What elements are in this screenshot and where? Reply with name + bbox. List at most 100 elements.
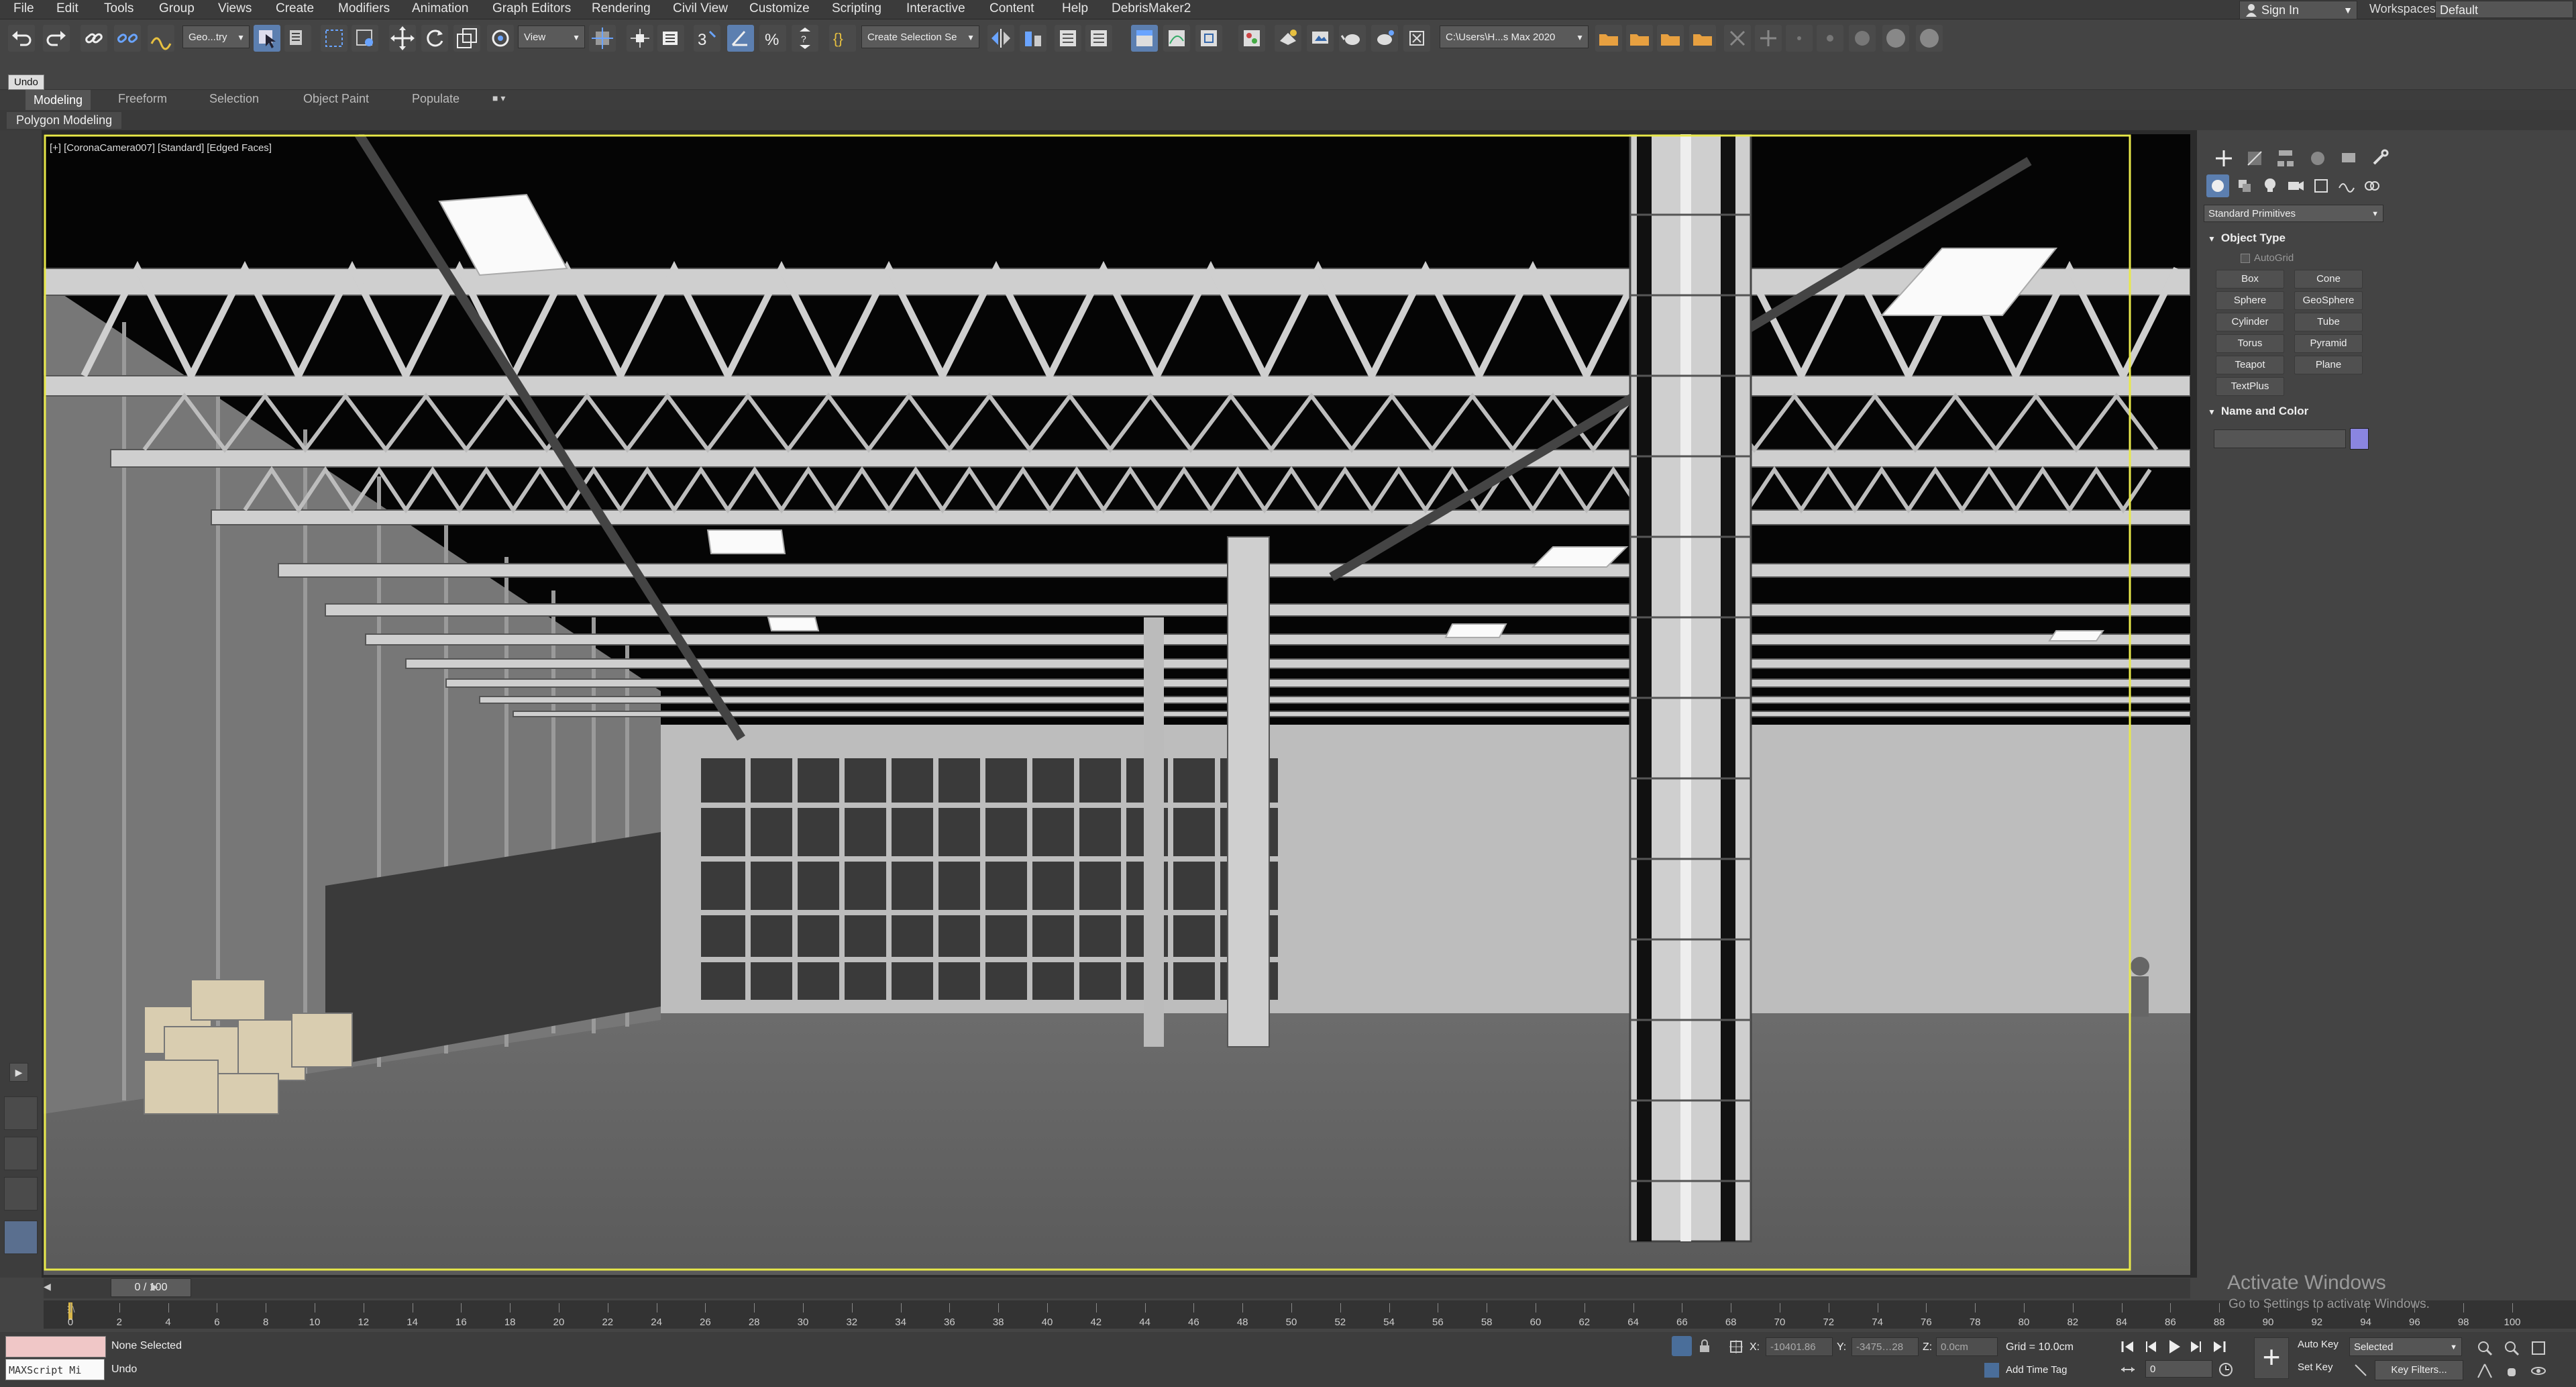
torus-button[interactable]: Torus	[2216, 334, 2284, 353]
menu-create[interactable]: Create	[276, 1, 314, 16]
percent-snap-button[interactable]: %	[759, 25, 786, 52]
menu-civil-view[interactable]: Civil View	[673, 1, 728, 16]
menu-interactive[interactable]: Interactive	[906, 1, 965, 16]
time-tag-icon[interactable]	[1984, 1363, 1999, 1378]
menu-rendering[interactable]: Rendering	[592, 1, 651, 16]
time-slider[interactable]: ◀ 0 / 100 ▶	[44, 1278, 2190, 1298]
next-frame-button[interactable]	[2187, 1337, 2206, 1356]
rotate-button[interactable]	[421, 25, 448, 52]
current-frame-field[interactable]: 0	[2145, 1360, 2212, 1378]
place-button[interactable]	[487, 25, 514, 52]
render-in-cloud-button[interactable]	[1371, 25, 1398, 52]
track-bar[interactable]: ⋮\ 0246810121416182022242628303234363840…	[44, 1300, 2576, 1329]
tab-populate[interactable]: Populate	[412, 92, 460, 106]
rendered-frame-window-button[interactable]	[1307, 25, 1334, 52]
cameras-category[interactable]	[2284, 174, 2307, 197]
tab-object-paint[interactable]: Object Paint	[303, 92, 369, 106]
select-by-name-button[interactable]	[284, 25, 311, 52]
undo-button[interactable]	[8, 25, 35, 52]
viewport-shading-standard[interactable]: [Standard]	[158, 142, 204, 154]
tool-e-button[interactable]	[1849, 25, 1876, 52]
key-mode-dropdown[interactable]: Selected ▼	[2349, 1337, 2462, 1356]
viewport-label[interactable]: [+] [CoronaCamera007] [Standard] [Edged Fac…	[50, 142, 274, 154]
redo-button[interactable]	[43, 25, 70, 52]
tool-d-button[interactable]	[1817, 25, 1843, 52]
align-button[interactable]	[1020, 25, 1046, 52]
set-key-big-button[interactable]: +	[2254, 1337, 2289, 1379]
pan-button[interactable]	[2502, 1362, 2521, 1380]
pyramid-button[interactable]: Pyramid	[2294, 334, 2363, 353]
auto-backup-button[interactable]	[1657, 25, 1684, 52]
project-settings-button[interactable]	[1689, 25, 1716, 52]
tab-freeform[interactable]: Freeform	[118, 92, 167, 106]
teapot-button[interactable]: Teapot	[2216, 356, 2284, 374]
utilities-tab[interactable]	[2366, 145, 2393, 172]
layout-tab-4[interactable]	[4, 1221, 38, 1254]
z-coordinate-field[interactable]: 0.0cm	[1936, 1337, 1998, 1356]
go-to-start-button[interactable]	[2118, 1337, 2137, 1356]
sphere-button[interactable]: Sphere	[2216, 291, 2284, 310]
menu-group[interactable]: Group	[159, 1, 195, 16]
modify-tab[interactable]	[2241, 145, 2268, 172]
expand-layouts-button[interactable]: ▶	[9, 1063, 28, 1082]
lights-category[interactable]	[2259, 174, 2282, 197]
layout-tab-2[interactable]	[4, 1137, 38, 1170]
lock-icon[interactable]	[1697, 1339, 1712, 1353]
tab-modeling[interactable]: Modeling	[25, 90, 91, 110]
mirror-button[interactable]	[987, 25, 1014, 52]
cone-button[interactable]: Cone	[2294, 270, 2363, 289]
geometry-category[interactable]	[2206, 174, 2229, 197]
play-button[interactable]	[2164, 1337, 2183, 1356]
systems-category[interactable]	[2361, 174, 2383, 197]
menu-views[interactable]: Views	[218, 1, 252, 16]
tube-button[interactable]: Tube	[2294, 313, 2363, 331]
scale-button[interactable]	[453, 25, 480, 52]
layer-explorer-button[interactable]	[1085, 25, 1112, 52]
unlink-button[interactable]	[114, 25, 141, 52]
object-color-swatch[interactable]	[2350, 428, 2369, 450]
key-mode-toggle[interactable]	[2118, 1360, 2137, 1379]
tool-a-button[interactable]	[1724, 25, 1751, 52]
menu-graph-editors[interactable]: Graph Editors	[492, 1, 571, 16]
project-folder-button[interactable]	[1626, 25, 1653, 52]
curve-editor-button[interactable]	[1163, 25, 1190, 52]
tool-b-button[interactable]	[1755, 25, 1782, 52]
selection-filter-dropdown[interactable]: Geo...try ▼	[182, 25, 250, 48]
spacewarps-category[interactable]	[2335, 174, 2358, 197]
menu-file[interactable]: File	[13, 1, 34, 16]
open-explorer-button[interactable]	[1595, 25, 1622, 52]
render-setup-button[interactable]	[1275, 25, 1301, 52]
render-production-button[interactable]	[1339, 25, 1366, 52]
layout-tab-3[interactable]	[4, 1177, 38, 1211]
object-name-field[interactable]	[2214, 429, 2346, 448]
auto-key-button[interactable]: Auto Key	[2298, 1339, 2339, 1350]
menu-help[interactable]: Help	[1062, 1, 1088, 16]
key-filter-icon[interactable]	[2353, 1363, 2368, 1378]
time-config-button[interactable]	[2216, 1360, 2235, 1379]
zoom-extents-button[interactable]	[2529, 1339, 2548, 1357]
hierarchy-tab[interactable]	[2272, 145, 2299, 172]
field-of-view-button[interactable]	[2475, 1362, 2494, 1380]
key-filters-button[interactable]: Key Filters...	[2375, 1360, 2463, 1380]
tool-g-button[interactable]	[1916, 25, 1943, 52]
pivot-center-button[interactable]	[589, 25, 616, 52]
viewport-camera[interactable]: [CoronaCamera007]	[64, 142, 155, 154]
tab-selection[interactable]: Selection	[209, 92, 259, 106]
set-key-button[interactable]: Set Key	[2298, 1362, 2333, 1373]
rect-selection-region-button[interactable]	[321, 25, 347, 52]
add-time-tag-button[interactable]: Add Time Tag	[2006, 1364, 2067, 1376]
x-coordinate-field[interactable]: -10401.86	[1766, 1337, 1833, 1356]
cylinder-button[interactable]: Cylinder	[2216, 313, 2284, 331]
menu-animation[interactable]: Animation	[412, 1, 469, 16]
display-tab[interactable]	[2335, 145, 2362, 172]
perspective-viewport[interactable]	[44, 134, 2190, 1275]
motion-tab[interactable]	[2304, 145, 2331, 172]
zoom-button[interactable]	[2475, 1339, 2494, 1357]
absolute-mode-icon[interactable]	[1728, 1339, 1744, 1355]
chevron-right-icon[interactable]: ▶	[151, 1281, 158, 1292]
tool-c-button[interactable]	[1786, 25, 1813, 52]
ribbon-options-icon[interactable]: ■ ▾	[492, 93, 505, 104]
project-folder-dropdown[interactable]: C:\Users\H...s Max 2020 ▼	[1440, 25, 1589, 48]
maxscript-listener-mini[interactable]	[5, 1336, 106, 1357]
keyboard-shortcut-toggle[interactable]	[657, 25, 684, 52]
